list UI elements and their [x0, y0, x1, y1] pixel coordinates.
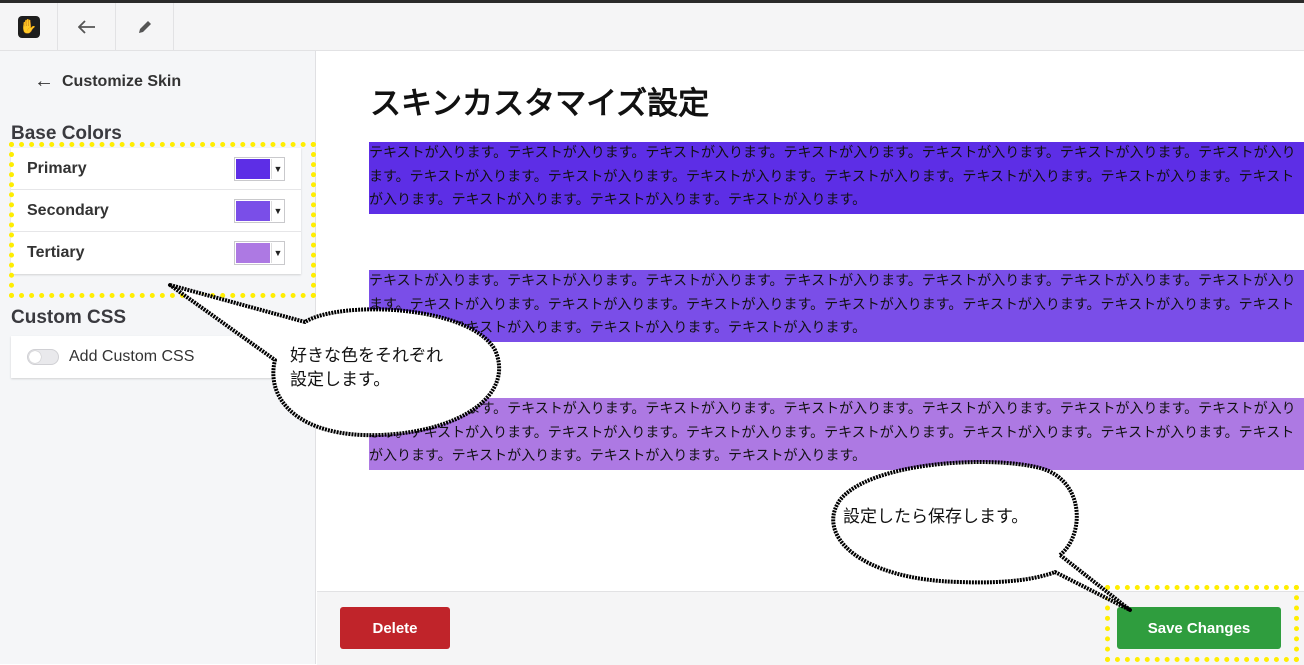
concrete-logo-icon: ✋	[17, 15, 40, 38]
color-label: Secondary	[27, 201, 109, 219]
save-changes-button[interactable]: Save Changes	[1117, 607, 1281, 649]
customize-skin-label: Customize Skin	[62, 72, 182, 90]
dropdown-arrow-icon: ▼	[271, 158, 284, 179]
primary-text-block: テキストが入ります。テキストが入ります。テキストが入ります。テキストが入ります。…	[369, 142, 1304, 214]
logo-button[interactable]: ✋	[0, 3, 58, 50]
dropdown-arrow-icon: ▼	[271, 200, 284, 221]
custom-css-title: Custom CSS	[11, 307, 127, 328]
color-row-primary: Primary ▼	[11, 148, 301, 190]
primary-color-picker[interactable]: ▼	[234, 156, 285, 181]
top-toolbar: ✋	[0, 3, 1304, 51]
save-callout-text: 設定したら保存します。	[843, 507, 1029, 527]
page-title: スキンカスタマイズ設定	[370, 86, 710, 122]
secondary-color-picker[interactable]: ▼	[234, 198, 285, 223]
colors-callout-text: 好きな色をそれぞれ 設定します。	[290, 346, 443, 390]
color-swatch	[235, 242, 271, 264]
color-swatch	[235, 157, 271, 180]
custom-css-panel: Add Custom CSS	[11, 336, 301, 378]
base-colors-title: Base Colors	[11, 123, 122, 144]
base-colors-panel: Primary ▼ Secondary ▼ Tertiary ▼	[11, 148, 301, 274]
color-swatch	[235, 199, 271, 222]
custom-css-toggle[interactable]	[27, 349, 59, 365]
preview-area: スキンカスタマイズ設定 テキストが入ります。テキストが入ります。テキストが入りま…	[317, 51, 1304, 591]
color-label: Tertiary	[27, 244, 85, 261]
color-row-secondary: Secondary ▼	[11, 190, 301, 232]
pencil-icon	[138, 20, 151, 33]
tertiary-text-block: テキストが入ります。テキストが入ります。テキストが入ります。テキストが入ります。…	[369, 398, 1304, 470]
action-footer: Delete Save Changes	[317, 591, 1304, 665]
edit-button[interactable]	[116, 3, 174, 50]
back-button[interactable]	[58, 3, 116, 50]
color-label: Primary	[27, 159, 87, 177]
color-row-tertiary: Tertiary ▼	[11, 232, 301, 274]
arrow-left-icon	[77, 19, 95, 34]
dropdown-arrow-icon: ▼	[271, 243, 284, 263]
customize-sidebar: ← Customize Skin Base Colors Primary ▼ S…	[0, 51, 316, 664]
custom-css-toggle-row[interactable]: Add Custom CSS	[11, 336, 301, 378]
arrow-left-icon: ←	[34, 70, 54, 92]
secondary-text-block: テキストが入ります。テキストが入ります。テキストが入ります。テキストが入ります。…	[369, 270, 1304, 342]
custom-css-toggle-label: Add Custom CSS	[69, 348, 195, 365]
delete-button[interactable]: Delete	[340, 607, 450, 649]
customize-skin-back-link[interactable]: ← Customize Skin	[34, 70, 181, 93]
tertiary-color-picker[interactable]: ▼	[234, 241, 285, 265]
